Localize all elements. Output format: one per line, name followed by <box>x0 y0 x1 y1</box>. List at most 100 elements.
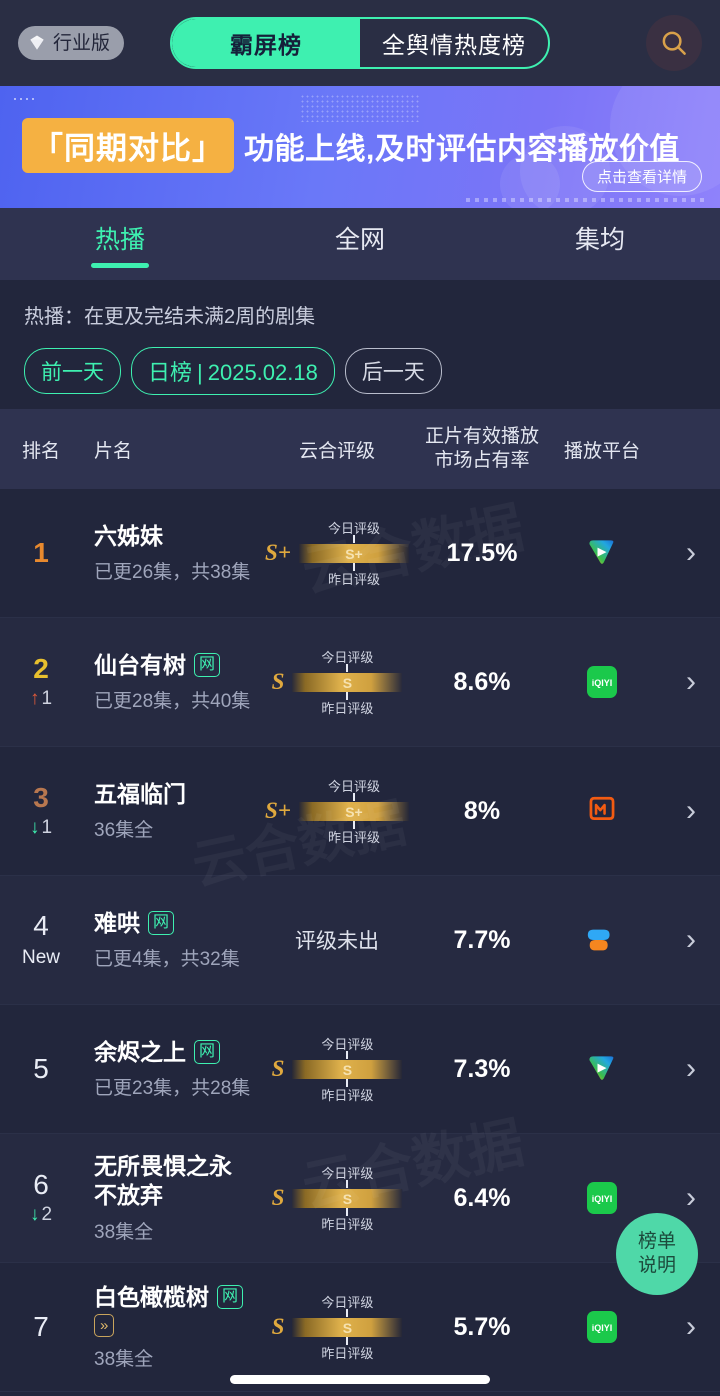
title-cell: 五福临门 36集全 <box>82 780 252 843</box>
title-line: 六姊妹 <box>94 522 252 551</box>
share-cell: 7.3% <box>422 1055 542 1084</box>
prev-day-button[interactable]: 前一天 <box>24 348 121 394</box>
top-bar: 行业版 霸屏榜 全舆情热度榜 <box>0 0 720 86</box>
ranking-explanation-button[interactable]: 榜单 说明 <box>616 1213 698 1295</box>
title-cell: 仙台有树网已更28集，共40集 <box>82 651 252 714</box>
banner-content: 「同期对比」 功能上线,及时评估内容播放价值 <box>22 118 680 173</box>
segment-quanyuqing[interactable]: 全舆情热度榜 <box>360 19 548 67</box>
platform-cell[interactable]: iQIYI <box>542 664 662 700</box>
market-share-value: 7.7% <box>453 925 511 954</box>
grade-comparison-bar: 今日评级 S+ 昨日评级 <box>298 521 409 587</box>
rank-number: 2 <box>33 652 49 684</box>
market-share-value: 8% <box>463 796 501 825</box>
grade-comparison-bar: 今日评级 S 昨日评级 <box>292 1166 403 1232</box>
table-row[interactable]: 2 ↑ 1 仙台有树网已更28集，共40集 S 今日评级 S 昨日评级 8.6% iQIYI › <box>0 618 720 747</box>
title-cell: 余烬之上网已更23集，共28集 <box>82 1038 252 1101</box>
search-icon <box>662 31 686 55</box>
grade-bar-value: S <box>342 1061 353 1078</box>
tencent-video-icon <box>589 540 614 564</box>
industry-version-badge[interactable]: 行业版 <box>18 26 125 60</box>
grade-letter: S <box>271 669 285 694</box>
header-share-line1: 正片有效播放 <box>424 426 539 448</box>
chevron-right-icon: › <box>686 923 696 956</box>
grade-cell: S+ 今日评级 S+ 昨日评级 <box>252 521 422 587</box>
grade-today-tick <box>346 1051 349 1059</box>
tab-rebo[interactable]: 热播 <box>0 208 240 256</box>
row-detail-button[interactable]: › <box>662 796 720 826</box>
grade-bar: S <box>292 1189 403 1208</box>
title-cell: 六姊妹 已更26集，共38集 <box>82 522 252 585</box>
row-detail-button[interactable]: › <box>662 538 720 568</box>
row-detail-button[interactable]: › <box>662 925 720 955</box>
platform-cell[interactable] <box>542 794 662 828</box>
rank-number: 3 <box>33 781 49 813</box>
segment-bapingbang-label: 霸屏榜 <box>230 32 302 58</box>
date-selector[interactable]: 日榜 | 2025.02.18 <box>131 347 335 395</box>
episode-info: 已更28集，共40集 <box>94 691 251 713</box>
title-line: 余烬之上网 <box>94 1038 252 1067</box>
header-grade: 云合评级 <box>298 440 375 462</box>
fab-line1: 榜单 <box>637 1231 676 1253</box>
title-cell: 难哄网已更4集，共32集 <box>82 909 252 972</box>
grade-cell: S 今日评级 S 昨日评级 <box>252 650 422 716</box>
home-indicator <box>230 1375 490 1384</box>
table-row[interactable]: 4 New 难哄网已更4集，共32集 评级未出 7.7% › <box>0 876 720 1005</box>
platform-cell[interactable]: iQIYI <box>542 1180 662 1216</box>
grade-today-tick <box>352 535 355 543</box>
title-cell: 白色橄榄树网» 38集全 <box>82 1283 252 1372</box>
promo-banner[interactable]: 「同期对比」 功能上线,及时评估内容播放价值 点击查看详情 <box>0 86 720 208</box>
grade-yesterday-label: 昨日评级 <box>327 572 380 587</box>
banner-corner-dots <box>12 96 38 104</box>
row-detail-button[interactable]: › <box>662 667 720 697</box>
header-share: 正片有效播放 市场占有率 <box>422 425 542 473</box>
chevron-right-icon: › <box>686 1052 696 1085</box>
table-header: 排名 片名 云合评级 正片有效播放 市场占有率 播放平台 <box>0 409 720 489</box>
show-title: 无所畏惧之永不放弃 <box>94 1153 232 1208</box>
ranking-list: 1 六姊妹 已更26集，共38集 S+ 今日评级 S+ 昨日评级 17.5% › 2 ↑ 1 仙台有树网… <box>0 489 720 1392</box>
grade-not-released: 评级未出 <box>295 930 379 953</box>
grade-letter: S+ <box>265 798 291 823</box>
table-row[interactable]: 7 白色橄榄树网» 38集全 S 今日评级 S 昨日评级 5.7% iQIYI › <box>0 1263 720 1392</box>
row-detail-button[interactable]: › <box>662 1183 720 1213</box>
platform-cell[interactable] <box>542 922 662 958</box>
tencent-video-icon <box>589 1056 614 1080</box>
iqiyi-icon: iQIYI <box>587 666 617 698</box>
grade-yesterday-label: 昨日评级 <box>321 701 374 716</box>
filter-description: 热播：在更及完结未满2周的剧集 <box>24 306 316 328</box>
tab-quanwang[interactable]: 全网 <box>240 208 480 256</box>
rank-cell: 4 New <box>0 910 82 969</box>
date-navigator: 前一天 日榜 | 2025.02.18 后一天 <box>24 347 696 395</box>
grade-bar-value: S <box>342 674 353 691</box>
platform-cell[interactable]: iQIYI <box>542 1309 662 1345</box>
row-detail-button[interactable]: › <box>662 1054 720 1084</box>
grade-comparison-bar: 今日评级 S+ 昨日评级 <box>298 779 409 845</box>
share-cell: 8% <box>422 797 542 826</box>
next-day-button[interactable]: 后一天 <box>344 348 442 394</box>
segment-bapingbang[interactable]: 霸屏榜 <box>172 19 360 67</box>
share-cell: 5.7% <box>422 1313 542 1342</box>
platform-cell[interactable] <box>542 1051 662 1087</box>
title-line: 白色橄榄树网 <box>94 1283 252 1312</box>
table-row[interactable]: 6 ↓ 2 无所畏惧之永不放弃 38集全 S 今日评级 S 昨日评级 6.4% iQIYI › <box>0 1134 720 1263</box>
table-row[interactable]: 5 余烬之上网已更23集，共28集 S 今日评级 S 昨日评级 7.3% › <box>0 1005 720 1134</box>
banner-cta-button[interactable]: 点击查看详情 <box>581 161 702 192</box>
grade-bar-value: S <box>342 1319 353 1336</box>
grade-cell: 评级未出 <box>252 925 422 955</box>
arrow-down-icon: ↓ <box>29 817 40 839</box>
grade-yesterday-label: 昨日评级 <box>321 1217 374 1232</box>
rank-cell: 5 <box>0 1053 82 1085</box>
platform-cell[interactable] <box>542 535 662 571</box>
grade-yesterday-label: 昨日评级 <box>321 1088 374 1103</box>
show-title: 五福临门 <box>94 780 186 807</box>
search-button[interactable] <box>646 15 702 71</box>
grade-letter: S <box>271 1185 285 1210</box>
row-detail-button[interactable]: › <box>662 1312 720 1342</box>
rank-change-up: ↑ 1 <box>30 688 52 710</box>
table-row[interactable]: 3 ↓ 1 五福临门 36集全 S+ 今日评级 S+ 昨日评级 8% › <box>0 747 720 876</box>
grade-yesterday-label: 昨日评级 <box>327 830 380 845</box>
grade-bar-value: S+ <box>345 545 363 562</box>
tab-jijun[interactable]: 集均 <box>480 208 720 256</box>
show-title: 难哄 <box>94 909 140 936</box>
table-row[interactable]: 1 六姊妹 已更26集，共38集 S+ 今日评级 S+ 昨日评级 17.5% › <box>0 489 720 618</box>
iqiyi-icon: iQIYI <box>587 1182 617 1214</box>
